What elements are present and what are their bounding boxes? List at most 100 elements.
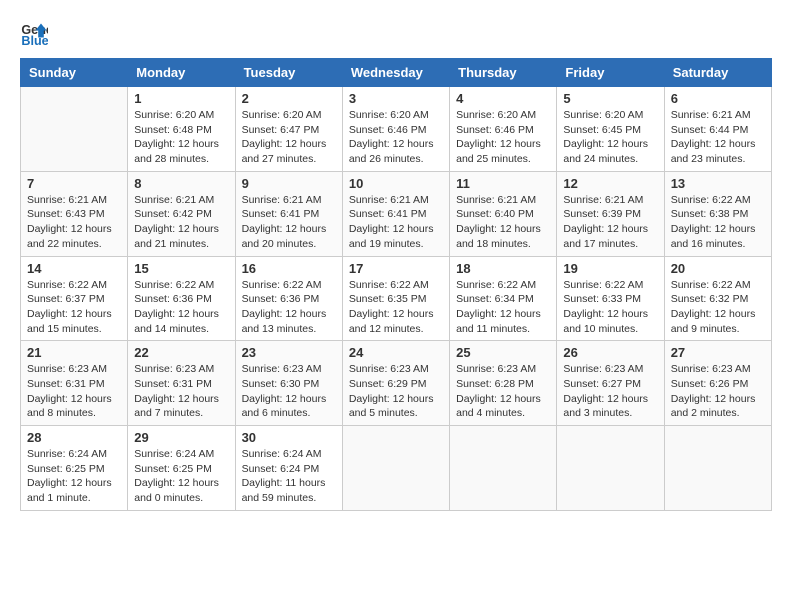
calendar-cell: 16 Sunrise: 6:22 AM Sunset: 6:36 PM Dayli…	[235, 256, 342, 341]
calendar-cell: 25 Sunrise: 6:23 AM Sunset: 6:28 PM Dayli…	[450, 341, 557, 426]
calendar-cell: 11 Sunrise: 6:21 AM Sunset: 6:40 PM Dayli…	[450, 171, 557, 256]
calendar-cell: 20Sunrise: 6:22 AM Sunset: 6:32 PM Dayli…	[664, 256, 771, 341]
day-number: 19	[563, 261, 657, 276]
calendar-cell: 23 Sunrise: 6:23 AM Sunset: 6:30 PM Dayli…	[235, 341, 342, 426]
calendar-cell: 30 Sunrise: 6:24 AM Sunset: 6:24 PM Dayli…	[235, 426, 342, 511]
weekday-header-monday: Monday	[128, 59, 235, 87]
calendar-cell	[342, 426, 449, 511]
day-number: 28	[27, 430, 121, 445]
weekday-header-tuesday: Tuesday	[235, 59, 342, 87]
calendar-header-row: SundayMondayTuesdayWednesdayThursdayFrid…	[21, 59, 772, 87]
day-number: 27	[671, 345, 765, 360]
day-number: 7	[27, 176, 121, 191]
day-info: Sunrise: 6:21 AM Sunset: 6:40 PM Dayligh…	[456, 193, 550, 252]
day-info: Sunrise: 6:20 AM Sunset: 6:48 PM Dayligh…	[134, 108, 228, 167]
day-number: 3	[349, 91, 443, 106]
day-number: 18	[456, 261, 550, 276]
day-number: 20	[671, 261, 765, 276]
day-number: 15	[134, 261, 228, 276]
day-number: 4	[456, 91, 550, 106]
calendar-cell: 26 Sunrise: 6:23 AM Sunset: 6:27 PM Dayli…	[557, 341, 664, 426]
calendar-week-row: 7 Sunrise: 6:21 AM Sunset: 6:43 PM Daylig…	[21, 171, 772, 256]
day-info: Sunrise: 6:21 AM Sunset: 6:39 PM Dayligh…	[563, 193, 657, 252]
calendar-week-row: 28 Sunrise: 6:24 AM Sunset: 6:25 PM Dayli…	[21, 426, 772, 511]
calendar-cell: 3 Sunrise: 6:20 AM Sunset: 6:46 PM Daylig…	[342, 87, 449, 172]
day-info: Sunrise: 6:20 AM Sunset: 6:46 PM Dayligh…	[349, 108, 443, 167]
day-info: Sunrise: 6:23 AM Sunset: 6:31 PM Dayligh…	[134, 362, 228, 421]
day-number: 10	[349, 176, 443, 191]
calendar-table: SundayMondayTuesdayWednesdayThursdayFrid…	[20, 58, 772, 511]
day-info: Sunrise: 6:21 AM Sunset: 6:43 PM Dayligh…	[27, 193, 121, 252]
day-info: Sunrise: 6:22 AM Sunset: 6:36 PM Dayligh…	[134, 278, 228, 337]
page-header: General Blue	[20, 20, 772, 48]
day-info: Sunrise: 6:23 AM Sunset: 6:28 PM Dayligh…	[456, 362, 550, 421]
calendar-cell: 27 Sunrise: 6:23 AM Sunset: 6:26 PM Dayli…	[664, 341, 771, 426]
day-info: Sunrise: 6:22 AM Sunset: 6:38 PM Dayligh…	[671, 193, 765, 252]
day-info: Sunrise: 6:24 AM Sunset: 6:25 PM Dayligh…	[27, 447, 121, 506]
calendar-cell: 15 Sunrise: 6:22 AM Sunset: 6:36 PM Dayli…	[128, 256, 235, 341]
calendar-cell: 18 Sunrise: 6:22 AM Sunset: 6:34 PM Dayli…	[450, 256, 557, 341]
day-number: 26	[563, 345, 657, 360]
day-info: Sunrise: 6:20 AM Sunset: 6:46 PM Dayligh…	[456, 108, 550, 167]
calendar-cell: 9 Sunrise: 6:21 AM Sunset: 6:41 PM Daylig…	[235, 171, 342, 256]
day-number: 23	[242, 345, 336, 360]
calendar-cell: 6 Sunrise: 6:21 AM Sunset: 6:44 PM Daylig…	[664, 87, 771, 172]
day-number: 9	[242, 176, 336, 191]
day-info: Sunrise: 6:24 AM Sunset: 6:25 PM Dayligh…	[134, 447, 228, 506]
day-number: 16	[242, 261, 336, 276]
day-info: Sunrise: 6:23 AM Sunset: 6:27 PM Dayligh…	[563, 362, 657, 421]
calendar-cell: 17 Sunrise: 6:22 AM Sunset: 6:35 PM Dayli…	[342, 256, 449, 341]
day-number: 12	[563, 176, 657, 191]
calendar-cell: 5 Sunrise: 6:20 AM Sunset: 6:45 PM Daylig…	[557, 87, 664, 172]
calendar-week-row: 1 Sunrise: 6:20 AM Sunset: 6:48 PM Daylig…	[21, 87, 772, 172]
day-info: Sunrise: 6:20 AM Sunset: 6:47 PM Dayligh…	[242, 108, 336, 167]
calendar-cell: 24 Sunrise: 6:23 AM Sunset: 6:29 PM Dayli…	[342, 341, 449, 426]
calendar-cell: 12 Sunrise: 6:21 AM Sunset: 6:39 PM Dayli…	[557, 171, 664, 256]
day-info: Sunrise: 6:21 AM Sunset: 6:41 PM Dayligh…	[349, 193, 443, 252]
calendar-week-row: 21 Sunrise: 6:23 AM Sunset: 6:31 PM Dayli…	[21, 341, 772, 426]
calendar-cell: 8Sunrise: 6:21 AM Sunset: 6:42 PM Daylig…	[128, 171, 235, 256]
day-number: 21	[27, 345, 121, 360]
day-number: 5	[563, 91, 657, 106]
calendar-cell: 13Sunrise: 6:22 AM Sunset: 6:38 PM Dayli…	[664, 171, 771, 256]
weekday-header-wednesday: Wednesday	[342, 59, 449, 87]
calendar-cell: 28 Sunrise: 6:24 AM Sunset: 6:25 PM Dayli…	[21, 426, 128, 511]
day-info: Sunrise: 6:23 AM Sunset: 6:31 PM Dayligh…	[27, 362, 121, 421]
day-info: Sunrise: 6:23 AM Sunset: 6:26 PM Dayligh…	[671, 362, 765, 421]
day-info: Sunrise: 6:22 AM Sunset: 6:33 PM Dayligh…	[563, 278, 657, 337]
day-number: 11	[456, 176, 550, 191]
svg-text:Blue: Blue	[21, 34, 48, 48]
day-number: 6	[671, 91, 765, 106]
day-info: Sunrise: 6:22 AM Sunset: 6:36 PM Dayligh…	[242, 278, 336, 337]
day-number: 2	[242, 91, 336, 106]
day-number: 22	[134, 345, 228, 360]
weekday-header-saturday: Saturday	[664, 59, 771, 87]
day-number: 24	[349, 345, 443, 360]
day-number: 1	[134, 91, 228, 106]
calendar-week-row: 14Sunrise: 6:22 AM Sunset: 6:37 PM Dayli…	[21, 256, 772, 341]
day-number: 25	[456, 345, 550, 360]
day-info: Sunrise: 6:21 AM Sunset: 6:42 PM Dayligh…	[134, 193, 228, 252]
calendar-cell: 21 Sunrise: 6:23 AM Sunset: 6:31 PM Dayli…	[21, 341, 128, 426]
calendar-cell: 14Sunrise: 6:22 AM Sunset: 6:37 PM Dayli…	[21, 256, 128, 341]
day-number: 17	[349, 261, 443, 276]
day-info: Sunrise: 6:22 AM Sunset: 6:35 PM Dayligh…	[349, 278, 443, 337]
calendar-cell: 29 Sunrise: 6:24 AM Sunset: 6:25 PM Dayli…	[128, 426, 235, 511]
day-number: 14	[27, 261, 121, 276]
calendar-cell: 10 Sunrise: 6:21 AM Sunset: 6:41 PM Dayli…	[342, 171, 449, 256]
day-info: Sunrise: 6:22 AM Sunset: 6:34 PM Dayligh…	[456, 278, 550, 337]
day-info: Sunrise: 6:23 AM Sunset: 6:29 PM Dayligh…	[349, 362, 443, 421]
day-info: Sunrise: 6:20 AM Sunset: 6:45 PM Dayligh…	[563, 108, 657, 167]
day-info: Sunrise: 6:21 AM Sunset: 6:41 PM Dayligh…	[242, 193, 336, 252]
weekday-header-sunday: Sunday	[21, 59, 128, 87]
day-info: Sunrise: 6:23 AM Sunset: 6:30 PM Dayligh…	[242, 362, 336, 421]
calendar-cell: 2 Sunrise: 6:20 AM Sunset: 6:47 PM Daylig…	[235, 87, 342, 172]
logo-icon: General Blue	[20, 20, 48, 48]
day-info: Sunrise: 6:21 AM Sunset: 6:44 PM Dayligh…	[671, 108, 765, 167]
day-number: 29	[134, 430, 228, 445]
logo: General Blue	[20, 20, 52, 48]
calendar-cell: 4 Sunrise: 6:20 AM Sunset: 6:46 PM Daylig…	[450, 87, 557, 172]
day-info: Sunrise: 6:24 AM Sunset: 6:24 PM Dayligh…	[242, 447, 336, 506]
weekday-header-friday: Friday	[557, 59, 664, 87]
day-number: 30	[242, 430, 336, 445]
